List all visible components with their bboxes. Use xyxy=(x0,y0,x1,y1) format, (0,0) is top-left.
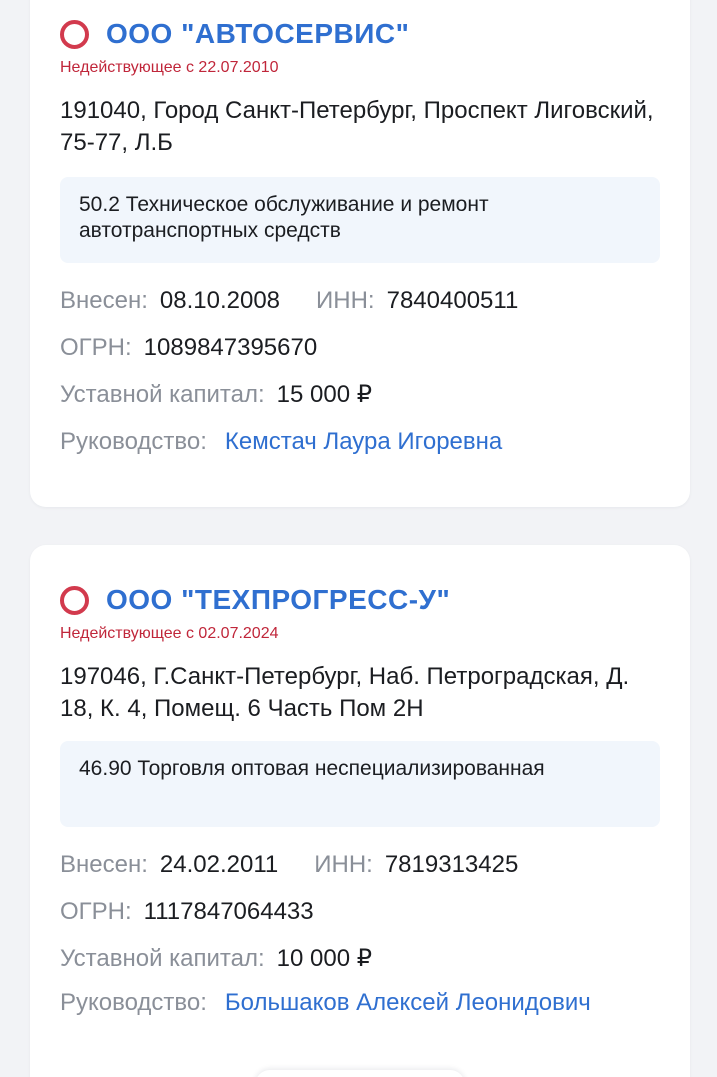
company-card[interactable]: ООО "ТЕХПРОГРЕСС-У" Недействующее с 02.0… xyxy=(30,545,690,1077)
status-text: Недействующее с 22.07.2010 xyxy=(60,59,279,76)
inn-label: ИНН: xyxy=(314,851,373,878)
ogrn-row: ОГРН: 1089847395670 xyxy=(60,332,660,364)
company-info: Внесен: 08.10.2008 ИНН: 7840400511 ОГРН: 108… xyxy=(60,285,660,458)
okved-block: 50.2 Техническое обслуживание и ремонт а… xyxy=(60,177,660,263)
ogrn-value: 1089847395670 xyxy=(143,334,318,361)
capital-row: Уставной капитал: 10 000 ₽ xyxy=(60,943,660,975)
ogrn-value: 1117847064433 xyxy=(143,898,314,925)
company-title-row: ООО "ТЕХПРОГРЕСС-У" xyxy=(60,582,660,618)
okved-block: 46.90 Торговля оптовая неспециализирован… xyxy=(60,741,660,827)
inn-label: ИНН: xyxy=(316,287,375,314)
registered-value: 24.02.2011 xyxy=(159,851,279,878)
status-text: Недействующее с 02.07.2024 xyxy=(60,625,279,642)
capital-value: 10 000 ₽ xyxy=(276,945,372,972)
company-address: 191040, Город Санкт-Петербург, Проспект … xyxy=(60,97,654,156)
registered-value: 08.10.2008 xyxy=(159,287,281,314)
registered-inn-row: Внесен: 08.10.2008 ИНН: 7840400511 xyxy=(60,285,660,317)
company-title-row: ООО "АВТОСЕРВИС" xyxy=(60,16,660,52)
registered-label: Внесен: xyxy=(60,287,148,314)
inn-value: 7840400511 xyxy=(386,287,519,314)
capital-label: Уставной капитал: xyxy=(60,381,265,408)
ogrn-label: ОГРН: xyxy=(60,334,132,361)
ogrn-label: ОГРН: xyxy=(60,898,132,925)
company-address: 197046, Г.Санкт-Петербург, Наб. Петрогра… xyxy=(60,663,630,722)
manager-link[interactable]: Большаков Алексей Леонидович xyxy=(225,989,591,1016)
company-info: Внесен: 24.02.2011 ИНН: 7819313425 ОГРН: 111… xyxy=(60,849,660,1016)
capital-value: 15 000 ₽ xyxy=(276,381,372,408)
registered-inn-row: Внесен: 24.02.2011 ИНН: 7819313425 xyxy=(60,849,660,881)
manager-row: Руководство: Кемстач Лаура Игоревна xyxy=(60,426,660,458)
manager-label: Руководство: xyxy=(60,428,207,455)
manager-label: Руководство: xyxy=(60,989,207,1016)
company-name-link[interactable]: ООО "АВТОСЕРВИС" xyxy=(106,18,409,50)
bottom-floating-button[interactable] xyxy=(255,1070,465,1077)
company-card[interactable]: ООО "АВТОСЕРВИС" Недействующее с 22.07.2… xyxy=(30,0,690,507)
ogrn-row: ОГРН: 1117847064433 xyxy=(60,896,660,928)
manager-row: Руководство: Большаков Алексей Леонидович xyxy=(60,990,660,1016)
company-name-link[interactable]: ООО "ТЕХПРОГРЕСС-У" xyxy=(106,584,450,616)
manager-link[interactable]: Кемстач Лаура Игоревна xyxy=(225,428,502,455)
registered-label: Внесен: xyxy=(60,851,148,878)
capital-label: Уставной капитал: xyxy=(60,945,265,972)
inn-value: 7819313425 xyxy=(384,851,519,878)
capital-row: Уставной капитал: 15 000 ₽ xyxy=(60,379,660,411)
inactive-status-icon xyxy=(60,19,89,49)
inactive-status-icon xyxy=(60,585,89,615)
